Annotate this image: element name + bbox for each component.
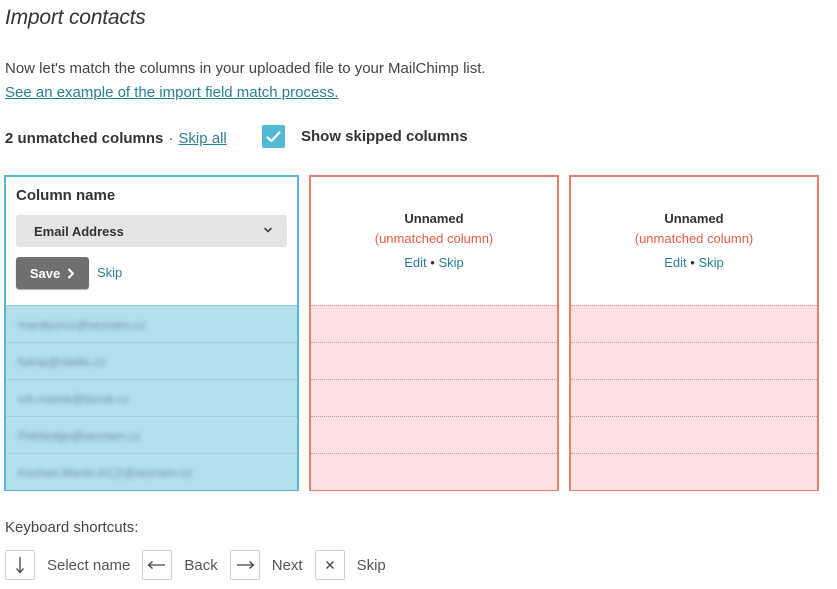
skip-column-link[interactable]: Skip <box>698 255 723 270</box>
unmatched-column-card: Unnamed (unmatched column) Edit • Skip <box>569 175 819 491</box>
action-separator: • <box>430 255 435 270</box>
column-name-label: Column name <box>16 187 116 204</box>
table-row <box>571 379 817 416</box>
intro-block: Now let's match the columns in your uplo… <box>5 57 486 105</box>
shortcut-label: Next <box>271 556 303 574</box>
shortcut-label: Select name <box>47 556 131 574</box>
table-row: mardiyzrcz@seznam.cz <box>6 305 297 342</box>
chevron-right-icon <box>67 268 75 279</box>
arrow-left-icon <box>142 550 173 580</box>
cell-value: Petrilzdgo@seznam.cz <box>18 429 141 443</box>
edit-column-link[interactable]: Edit <box>664 255 686 270</box>
unmatched-column-rows <box>311 305 557 490</box>
unmatched-count: 2 unmatched columns <box>5 129 164 147</box>
page-title: Import contacts <box>5 6 146 29</box>
show-skipped-checkbox[interactable] <box>262 125 285 148</box>
table-row: fuimp@citello.cz <box>6 342 297 379</box>
close-icon <box>314 550 345 580</box>
column-title: Unnamed <box>664 211 724 226</box>
unmatched-note: (unmatched column) <box>634 231 754 246</box>
unmatched-column-rows <box>571 305 817 490</box>
save-button[interactable]: Save <box>16 257 89 289</box>
table-row <box>311 305 557 342</box>
table-row <box>311 453 557 490</box>
field-select-value: Email Address <box>34 223 124 239</box>
checkmark-icon <box>266 130 281 142</box>
chevron-down-icon <box>264 227 272 233</box>
column-actions: Edit • Skip <box>571 252 817 274</box>
skip-column-link[interactable]: Skip <box>97 265 122 280</box>
cell-value: mh.marek@tiscali.cz <box>18 392 129 406</box>
edit-column-link[interactable]: Edit <box>404 255 426 270</box>
example-link[interactable]: See an example of the import field match… <box>5 84 339 101</box>
table-row <box>571 305 817 342</box>
unmatched-note: (unmatched column) <box>374 231 494 246</box>
intro-text: Now let's match the columns in your uplo… <box>5 60 486 77</box>
cell-value: fuimp@citello.cz <box>18 355 106 369</box>
unmatched-column-header: Unnamed (unmatched column) Edit • Skip <box>311 177 557 305</box>
skip-column-link[interactable]: Skip <box>438 255 463 270</box>
action-separator: • <box>690 255 695 270</box>
summary-separator: · <box>168 129 174 147</box>
shortcut-label: Skip <box>356 556 386 574</box>
column-title: Unnamed <box>404 211 464 226</box>
show-skipped-label: Show skipped columns <box>301 128 468 145</box>
match-summary: 2 unmatched columns · Skip all <box>5 127 227 149</box>
keyboard-shortcuts-title: Keyboard shortcuts: <box>5 519 139 536</box>
arrow-down-icon <box>5 550 35 580</box>
unmatched-column-card: Unnamed (unmatched column) Edit • Skip <box>309 175 559 491</box>
table-row <box>311 342 557 379</box>
keyboard-shortcuts: Select name Back Next Skip <box>5 550 398 580</box>
matching-column-card: Column name Email Address Save Skip mard… <box>4 175 299 491</box>
unmatched-column-header: Unnamed (unmatched column) Edit • Skip <box>571 177 817 305</box>
cell-value: Kochan.Martin.KCZ@seznam.cz <box>18 466 193 480</box>
skip-all-link[interactable]: Skip all <box>178 130 226 147</box>
matching-column-rows: mardiyzrcz@seznam.cz fuimp@citello.cz mh… <box>6 305 297 490</box>
table-row: Petrilzdgo@seznam.cz <box>6 416 297 453</box>
save-button-label: Save <box>29 265 61 281</box>
table-row <box>571 342 817 379</box>
show-skipped-toggle[interactable]: Show skipped columns <box>262 125 468 148</box>
table-row <box>571 416 817 453</box>
table-row <box>311 379 557 416</box>
shortcut-label: Back <box>184 556 218 574</box>
table-row <box>311 416 557 453</box>
table-row <box>571 453 817 490</box>
table-row: mh.marek@tiscali.cz <box>6 379 297 416</box>
field-select[interactable]: Email Address <box>16 215 287 247</box>
cell-value: mardiyzrcz@seznam.cz <box>18 318 146 332</box>
table-row: Kochan.Martin.KCZ@seznam.cz <box>6 453 297 490</box>
column-actions: Edit • Skip <box>311 252 557 274</box>
arrow-right-icon <box>229 550 260 580</box>
matching-column-header: Column name Email Address Save Skip <box>6 177 297 305</box>
